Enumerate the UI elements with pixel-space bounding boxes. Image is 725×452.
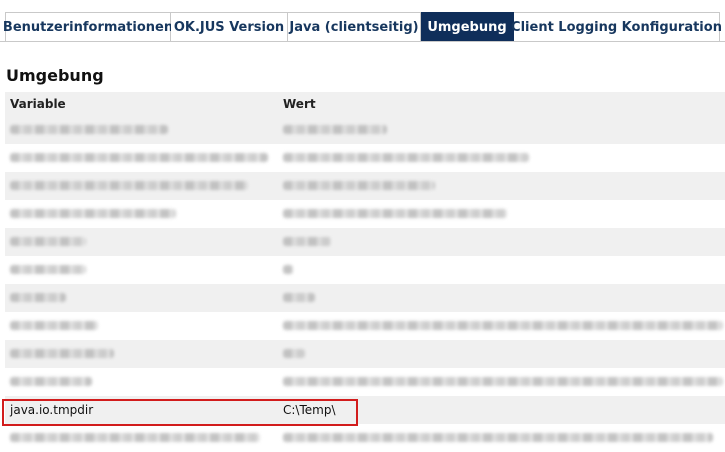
table-row (5, 256, 725, 284)
redacted-value (283, 319, 723, 333)
table-row (5, 340, 725, 368)
redacted-variable (10, 151, 268, 165)
tab-benutzerinformationen[interactable]: Benutzerinformationen (3, 12, 173, 41)
table-row (5, 312, 725, 340)
redacted-value (283, 207, 507, 221)
variable-name: java.io.tmpdir (10, 403, 94, 417)
redacted-value (283, 151, 529, 165)
redacted-value (283, 263, 293, 277)
tab-java-clientseitig[interactable]: Java (clientseitig) (288, 12, 421, 41)
table-row (5, 368, 725, 396)
redacted-variable (10, 123, 168, 137)
redacted-variable (10, 347, 114, 361)
redacted-variable (10, 207, 176, 221)
redacted-value (283, 291, 315, 305)
variable-value: C:\Temp\ (283, 403, 336, 417)
tab-row: Benutzerinformationen OK.JUS Version Jav… (3, 12, 722, 41)
table-row (5, 116, 725, 144)
redacted-variable (10, 291, 66, 305)
redacted-variable (10, 235, 86, 249)
column-header-value: Wert (283, 97, 316, 111)
tab-bar-divider (0, 41, 725, 42)
section-title: Umgebung (6, 66, 104, 85)
table-row (5, 424, 725, 452)
table-header-row: Variable Wert (5, 92, 725, 116)
tab-umgebung[interactable]: Umgebung (421, 12, 514, 41)
redacted-value (283, 431, 713, 445)
table-row (5, 228, 725, 256)
environment-table: Variable Wert java.io.tmpdir C:\Temp\ (5, 92, 725, 452)
tab-client-logging-konfiguration[interactable]: Client Logging Konfiguration (511, 12, 722, 41)
table-row-java-io-tmpdir: java.io.tmpdir C:\Temp\ (5, 396, 725, 424)
redacted-variable (10, 319, 98, 333)
redacted-variable (10, 375, 92, 389)
table-row (5, 172, 725, 200)
redacted-value (283, 123, 387, 137)
redacted-variable (10, 431, 260, 445)
redacted-value (283, 347, 305, 361)
redacted-variable (10, 179, 248, 193)
table-row (5, 200, 725, 228)
table-row (5, 284, 725, 312)
redacted-value (283, 375, 723, 389)
tab-okjus-version[interactable]: OK.JUS Version (171, 12, 288, 41)
table-row (5, 144, 725, 172)
redacted-value (283, 179, 435, 193)
redacted-value (283, 235, 331, 249)
redacted-variable (10, 263, 86, 277)
column-header-variable: Variable (10, 97, 66, 111)
tab-bar: Benutzerinformationen OK.JUS Version Jav… (0, 0, 725, 42)
